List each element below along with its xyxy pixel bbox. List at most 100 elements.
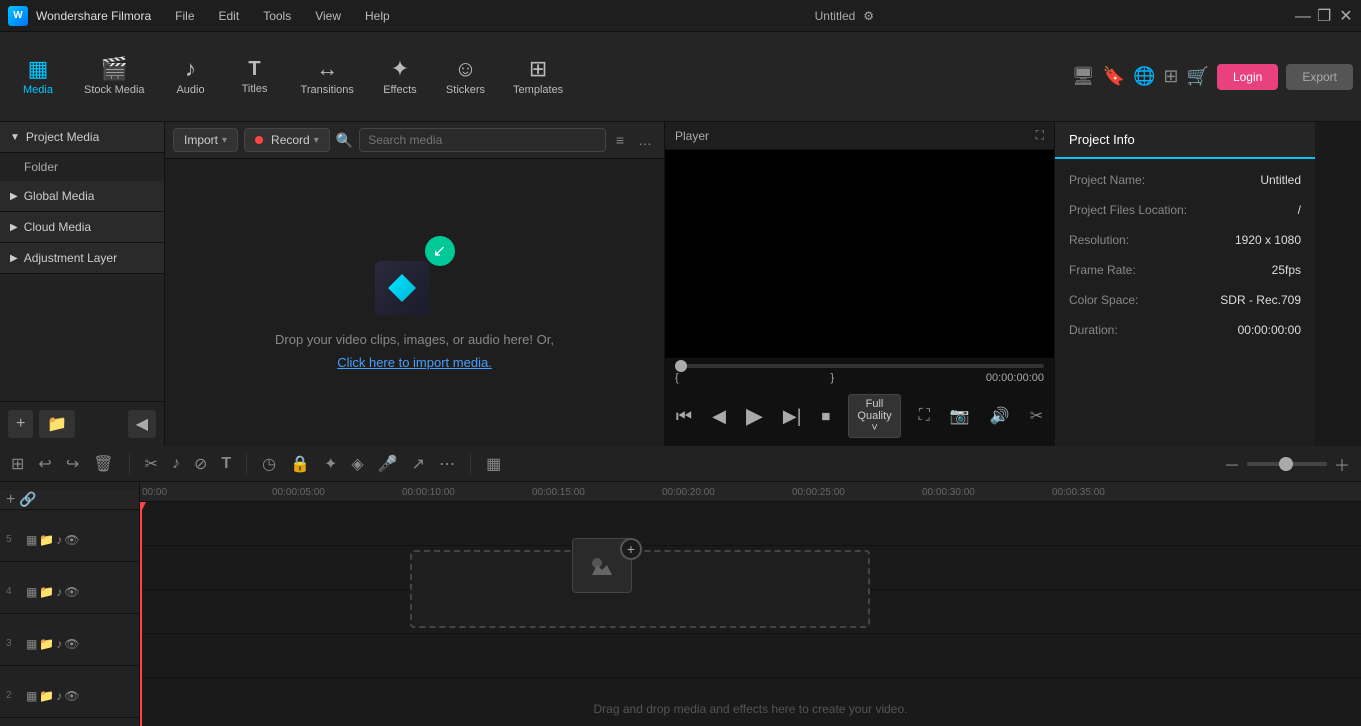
- fullscreen-button[interactable]: ⛶: [917, 405, 932, 427]
- progress-bar-thumb[interactable]: [675, 360, 687, 372]
- menu-view[interactable]: View: [311, 7, 345, 25]
- bookmark-icon[interactable]: 🔖: [1103, 66, 1125, 87]
- track-4-icon-3[interactable]: 👁: [64, 585, 79, 599]
- add-media-button[interactable]: +: [8, 410, 33, 438]
- tab-media[interactable]: ▦ Media: [8, 52, 68, 102]
- tab-templates[interactable]: ⊞ Templates: [501, 52, 575, 102]
- menu-tools[interactable]: Tools: [259, 7, 295, 25]
- media-icon: ▦: [28, 58, 49, 80]
- track-5-icon-1[interactable]: 📁: [39, 533, 54, 547]
- track-5-icon-0[interactable]: ▦: [26, 533, 37, 547]
- app-title: Wondershare Filmora: [36, 9, 151, 23]
- globe-icon[interactable]: 🌐: [1133, 66, 1155, 87]
- track-4-icon-1[interactable]: 📁: [39, 585, 54, 599]
- track-5-icon-3[interactable]: 👁: [64, 533, 79, 547]
- tab-titles[interactable]: T Titles: [225, 53, 285, 101]
- track-2-icon-2[interactable]: ♪: [56, 689, 62, 703]
- grid-icon[interactable]: ⊞: [1163, 66, 1178, 87]
- maximize-button[interactable]: ❐: [1317, 9, 1331, 23]
- zoom-in-button[interactable]: ＋: [1331, 449, 1353, 479]
- monitor-icon[interactable]: 🖥: [1072, 66, 1095, 87]
- menu-edit[interactable]: Edit: [215, 7, 244, 25]
- more-icon[interactable]: …: [634, 128, 656, 152]
- export-button[interactable]: Export: [1286, 64, 1353, 90]
- rewind-button[interactable]: ⏮: [674, 404, 694, 429]
- settings-icon[interactable]: ⚙: [863, 9, 874, 23]
- open-folder-button[interactable]: 📁: [39, 410, 75, 438]
- track-2-icon-0[interactable]: ▦: [26, 689, 37, 703]
- step-back-button[interactable]: ◀: [710, 404, 728, 429]
- speed-button[interactable]: ◷: [259, 451, 279, 477]
- timeline-content: + 🔗 5 ▦ 📁 ♪ 👁 4 ▦ 📁 ♪: [0, 482, 1361, 726]
- track-lane-5: [140, 502, 1361, 546]
- text-button[interactable]: T: [218, 452, 234, 476]
- motion-button[interactable]: ↗: [409, 451, 428, 477]
- record-audio-button[interactable]: 🎤: [375, 451, 401, 477]
- stop-button[interactable]: ⏹: [819, 404, 832, 429]
- search-input[interactable]: [359, 128, 606, 152]
- track-4-icon-0[interactable]: ▦: [26, 585, 37, 599]
- tab-stock-media[interactable]: 🎬 Stock Media: [72, 52, 157, 102]
- zoom-thumb: [1279, 457, 1293, 471]
- track-2-icon-3[interactable]: 👁: [64, 689, 79, 703]
- more-tools-button[interactable]: ⋯: [436, 451, 458, 477]
- lock-button[interactable]: ⊘: [191, 451, 210, 477]
- import-button[interactable]: Import ▾: [173, 128, 238, 152]
- redo-button[interactable]: ↪: [63, 451, 82, 477]
- info-value-framerate: 25fps: [1272, 263, 1301, 277]
- volume-button[interactable]: 🔊: [988, 404, 1012, 428]
- track-5-icon-2[interactable]: ♪: [56, 533, 62, 547]
- step-forward-button[interactable]: ▶|: [781, 404, 804, 429]
- audio-tool-button[interactable]: ♪: [169, 452, 183, 476]
- info-label-resolution: Resolution:: [1069, 233, 1129, 247]
- tab-effects[interactable]: ✦ Effects: [370, 52, 430, 102]
- progress-bar-track[interactable]: [675, 364, 1044, 368]
- undo-button[interactable]: ↩: [35, 451, 54, 477]
- cloud-media-header[interactable]: ▶ Cloud Media: [0, 212, 164, 243]
- track-4-icon-2[interactable]: ♪: [56, 585, 62, 599]
- delete-button[interactable]: 🗑: [90, 451, 116, 477]
- cut-button[interactable]: ✂: [142, 451, 161, 477]
- ruler-mark-4: 00:00:20:00: [660, 482, 715, 502]
- adjustment-layer-header[interactable]: ▶ Adjustment Layer: [0, 243, 164, 274]
- menu-file[interactable]: File: [171, 7, 198, 25]
- import-link[interactable]: Click here to import media.: [337, 355, 492, 370]
- add-media-to-track-button[interactable]: +: [620, 538, 642, 560]
- global-media-header[interactable]: ▶ Global Media: [0, 181, 164, 212]
- folder-item[interactable]: Folder: [0, 153, 164, 181]
- clip-lock-button[interactable]: 🔒: [287, 451, 313, 477]
- zoom-slider[interactable]: [1247, 462, 1327, 466]
- add-track-button[interactable]: +: [6, 491, 15, 509]
- track-2-icon-1[interactable]: 📁: [39, 689, 54, 703]
- track-3-icon-0[interactable]: ▦: [26, 637, 37, 651]
- track-3-icon-2[interactable]: ♪: [56, 637, 62, 651]
- zoom-out-button[interactable]: －: [1221, 449, 1243, 479]
- playhead[interactable]: [140, 502, 142, 726]
- project-media-header[interactable]: ▼ Project Media: [0, 122, 164, 153]
- close-button[interactable]: ✕: [1339, 9, 1353, 23]
- player-expand-icon[interactable]: ⛶: [1036, 128, 1044, 143]
- split-button[interactable]: ◈: [348, 451, 366, 477]
- link-icon[interactable]: 🔗: [19, 491, 36, 508]
- login-button[interactable]: Login: [1217, 64, 1278, 90]
- collapse-panel-button[interactable]: ◀: [128, 410, 156, 438]
- record-button[interactable]: Record ▾: [244, 128, 330, 152]
- filter-icon[interactable]: ≡: [612, 128, 628, 152]
- minimize-button[interactable]: —: [1295, 9, 1309, 23]
- quality-button[interactable]: Full Quality ˅: [848, 394, 900, 438]
- tab-audio[interactable]: ♪ Audio: [161, 52, 221, 102]
- snapshot-button[interactable]: 📷: [948, 404, 972, 428]
- play-button[interactable]: ▶: [744, 401, 765, 431]
- crop-button[interactable]: ✂: [1028, 404, 1045, 428]
- timeline-grid-button[interactable]: ⊞: [8, 451, 27, 477]
- view-mode-button[interactable]: ▦: [483, 451, 504, 477]
- tab-stickers[interactable]: ☺ Stickers: [434, 52, 497, 102]
- track-3-icon-3[interactable]: 👁: [64, 637, 79, 651]
- menu-help[interactable]: Help: [361, 7, 394, 25]
- cart-icon[interactable]: 🛒: [1187, 66, 1209, 87]
- tab-transitions[interactable]: ↔ Transitions: [289, 52, 366, 102]
- track-3-icon-1[interactable]: 📁: [39, 637, 54, 651]
- project-info-tab[interactable]: Project Info: [1055, 122, 1315, 159]
- project-info-content: Project Name: Untitled Project Files Loc…: [1055, 159, 1315, 351]
- effects-button[interactable]: ✦: [321, 451, 340, 477]
